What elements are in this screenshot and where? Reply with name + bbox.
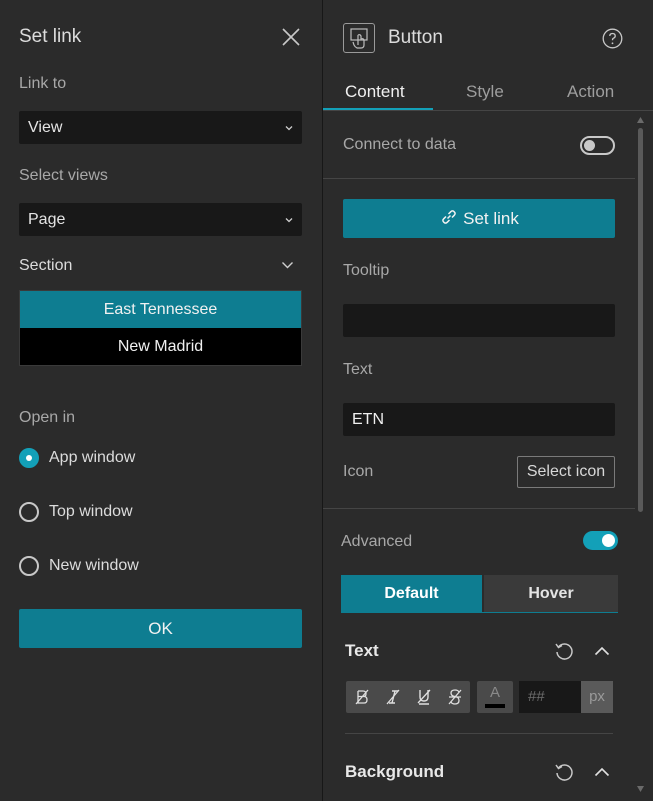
italic-icon[interactable] bbox=[377, 681, 408, 713]
section-header[interactable]: Section bbox=[19, 257, 302, 279]
background-section-title: Background bbox=[345, 762, 445, 781]
underline-icon[interactable] bbox=[408, 681, 439, 713]
panel-title: Button bbox=[388, 27, 443, 48]
close-icon[interactable] bbox=[281, 27, 301, 47]
tab-action[interactable]: Action bbox=[567, 82, 614, 102]
set-link-button-label: Set link bbox=[463, 209, 519, 228]
link-to-value: View bbox=[28, 119, 63, 136]
set-link-title: Set link bbox=[19, 26, 82, 47]
chevron-down-icon[interactable] bbox=[281, 260, 294, 270]
scrollbar-thumb[interactable] bbox=[638, 128, 643, 512]
section-label: Section bbox=[19, 257, 73, 274]
chevron-down-icon bbox=[285, 218, 293, 223]
link-to-label: Link to bbox=[19, 75, 67, 92]
font-size-unit: px bbox=[581, 681, 613, 713]
connect-to-data-toggle[interactable] bbox=[580, 136, 615, 155]
open-in-new-window[interactable]: New window bbox=[19, 555, 139, 577]
text-label: Text bbox=[343, 361, 373, 378]
text-color-button[interactable]: A bbox=[477, 681, 513, 713]
text-format-group bbox=[346, 681, 470, 713]
icon-label: Icon bbox=[343, 463, 374, 480]
select-views-value: Page bbox=[28, 211, 66, 228]
state-tab-hover[interactable]: Hover bbox=[484, 575, 618, 612]
help-icon[interactable] bbox=[602, 28, 623, 49]
select-icon-button[interactable]: Select icon bbox=[517, 456, 615, 488]
radio-label: App window bbox=[49, 449, 136, 466]
select-views-select[interactable]: Page bbox=[19, 203, 302, 236]
bold-icon[interactable] bbox=[346, 681, 377, 713]
open-in-app-window[interactable]: App window bbox=[19, 447, 135, 469]
tab-style[interactable]: Style bbox=[466, 82, 504, 102]
tooltip-label: Tooltip bbox=[343, 262, 390, 279]
strikethrough-icon[interactable] bbox=[439, 681, 470, 713]
text-section-title: Text bbox=[345, 641, 379, 660]
divider bbox=[345, 733, 613, 734]
divider bbox=[323, 508, 635, 509]
tab-content[interactable]: Content bbox=[345, 82, 405, 102]
advanced-toggle[interactable] bbox=[583, 531, 618, 550]
chevron-up-icon[interactable] bbox=[594, 767, 610, 777]
link-icon bbox=[442, 210, 456, 224]
state-tab-underline bbox=[341, 612, 618, 613]
radio-label: New window bbox=[49, 557, 139, 574]
scroll-down-icon[interactable] bbox=[637, 786, 644, 792]
section-list: East Tennessee New Madrid bbox=[19, 290, 302, 366]
divider bbox=[323, 178, 635, 179]
state-tab-default[interactable]: Default bbox=[341, 575, 482, 612]
set-link-button[interactable]: Set link bbox=[343, 199, 615, 238]
radio-checked[interactable] bbox=[19, 448, 39, 468]
active-tab-indicator bbox=[323, 108, 433, 110]
radio-label: Top window bbox=[49, 503, 133, 520]
reset-icon[interactable] bbox=[554, 762, 574, 782]
section-item-east-tennessee[interactable]: East Tennessee bbox=[20, 291, 301, 328]
open-in-label: Open in bbox=[19, 409, 76, 426]
reset-icon[interactable] bbox=[554, 641, 574, 661]
ok-button[interactable]: OK bbox=[19, 609, 302, 648]
button-settings-panel: Button Content Style Action Connect to d… bbox=[323, 0, 653, 801]
font-color-icon: A bbox=[489, 684, 500, 701]
text-input[interactable]: ETN bbox=[343, 403, 615, 436]
set-link-panel: Set link Link to View Select views Page … bbox=[0, 0, 322, 801]
tab-bar: Content Style Action bbox=[323, 78, 653, 111]
link-to-select[interactable]: View bbox=[19, 111, 302, 144]
select-views-label: Select views bbox=[19, 167, 108, 184]
chevron-up-icon[interactable] bbox=[594, 646, 610, 656]
font-size-input[interactable]: ## bbox=[519, 681, 581, 713]
scroll-up-icon[interactable] bbox=[637, 117, 644, 123]
color-swatch bbox=[485, 704, 505, 708]
chevron-down-icon bbox=[285, 126, 293, 131]
open-in-top-window[interactable]: Top window bbox=[19, 501, 133, 523]
radio-unchecked[interactable] bbox=[19, 556, 39, 576]
tooltip-input[interactable] bbox=[343, 304, 615, 337]
section-item-new-madrid[interactable]: New Madrid bbox=[20, 328, 301, 365]
advanced-label: Advanced bbox=[341, 533, 413, 550]
button-widget-icon bbox=[343, 23, 375, 53]
connect-to-data-label: Connect to data bbox=[343, 136, 456, 153]
radio-unchecked[interactable] bbox=[19, 502, 39, 522]
